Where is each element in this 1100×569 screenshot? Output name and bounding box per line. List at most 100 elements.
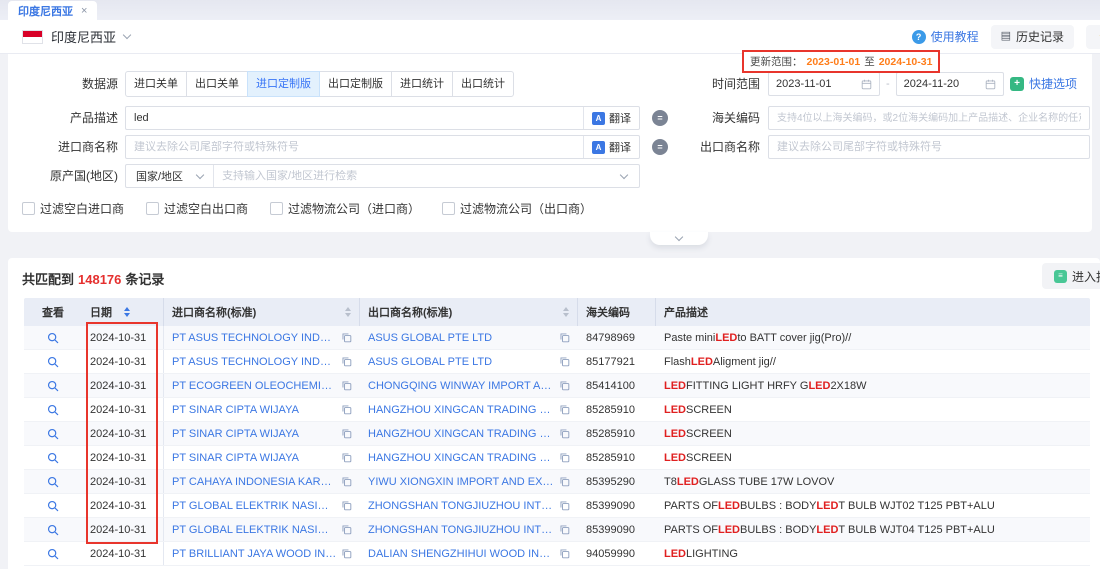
product-input[interactable] — [126, 112, 583, 124]
importer-link[interactable]: PT SINAR CIPTA WIJAYA — [172, 404, 299, 416]
copy-icon[interactable] — [341, 428, 352, 439]
exporter-link[interactable]: HANGZHOU XINGCAN TRADING CO LTD — [368, 452, 555, 464]
copy-icon[interactable] — [341, 380, 352, 391]
filter-checkbox[interactable]: 过滤空白出口商 — [146, 200, 248, 217]
view-icon[interactable] — [47, 476, 59, 488]
view-icon[interactable] — [47, 548, 59, 560]
datasource-tab[interactable]: 进口统计 — [391, 71, 453, 97]
exporter-link[interactable]: ZHONGSHAN TONGJIUZHOU INTERNA... — [368, 500, 555, 512]
tutorial-link[interactable]: ? 使用教程 — [912, 28, 979, 45]
copy-icon[interactable] — [559, 452, 570, 463]
datasource-tab[interactable]: 出口统计 — [452, 71, 514, 97]
column-header[interactable]: 进口商名称(标准) — [164, 298, 360, 326]
exporter-link[interactable]: ZHONGSHAN TONGJIUZHOU INTERNA... — [368, 524, 555, 536]
view-icon[interactable] — [47, 356, 59, 368]
importer-link[interactable]: PT CAHAYA INDONESIA KARGO — [172, 476, 337, 488]
copy-icon[interactable] — [341, 500, 352, 511]
quick-options-icon: + — [1010, 77, 1024, 91]
description-cell: Paste miniLED to BATT cover jig(Pro)// — [656, 326, 1090, 349]
chevron-down-icon[interactable] — [620, 170, 628, 178]
exporter-link[interactable]: CHONGQING WINWAY IMPORT AND E... — [368, 380, 555, 392]
column-header[interactable]: 日期 — [82, 298, 164, 326]
copy-icon[interactable] — [559, 428, 570, 439]
product-label: 产品描述 — [8, 111, 118, 125]
datasource-tab[interactable]: 出口定制版 — [319, 71, 392, 97]
checkbox-icon[interactable] — [22, 202, 35, 215]
view-icon[interactable] — [47, 524, 59, 536]
importer-link[interactable]: PT SINAR CIPTA WIJAYA — [172, 428, 299, 440]
checkbox-icon[interactable] — [442, 202, 455, 215]
sort-icon[interactable] — [345, 307, 351, 317]
exporter-link[interactable]: ASUS GLOBAL PTE LTD — [368, 356, 492, 368]
copy-icon[interactable] — [559, 548, 570, 559]
view-icon[interactable] — [47, 428, 59, 440]
copy-icon[interactable] — [341, 476, 352, 487]
sort-icon[interactable] — [563, 307, 569, 317]
checkbox-icon[interactable] — [146, 202, 159, 215]
header-actions: ? 使用教程 ▤ 历史记录 ★ — [912, 25, 1100, 49]
chevron-down-icon[interactable] — [123, 31, 131, 39]
exporter-link[interactable]: YIWU XIONGXIN IMPORT AND EXPORT... — [368, 476, 555, 488]
datasource-tab[interactable]: 出口关单 — [186, 71, 248, 97]
copy-icon[interactable] — [559, 500, 570, 511]
importer-link[interactable]: PT SINAR CIPTA WIJAYA — [172, 452, 299, 464]
filter-checkbox[interactable]: 过滤物流公司（进口商） — [270, 200, 420, 217]
column-header[interactable]: 出口商名称(标准) — [360, 298, 578, 326]
history-button[interactable]: ▤ 历史记录 — [991, 25, 1074, 49]
view-icon[interactable] — [47, 332, 59, 344]
date-from-input[interactable]: 2023-11-01 — [768, 72, 880, 96]
hs-code-input[interactable] — [768, 106, 1090, 130]
copy-icon[interactable] — [559, 332, 570, 343]
origin-search-input[interactable] — [214, 170, 621, 182]
page-tab[interactable]: 印度尼西亚 × — [8, 1, 97, 20]
view-cell — [24, 398, 82, 421]
exporter-input[interactable] — [768, 135, 1090, 159]
importer-link[interactable]: PT GLOBAL ELEKTRIK NASIONAL — [172, 500, 337, 512]
copy-icon[interactable] — [559, 404, 570, 415]
copy-icon[interactable] — [341, 404, 352, 415]
enter-report-button[interactable]: ≡ 进入报告 — [1042, 263, 1100, 289]
quick-options-link[interactable]: + 快捷选项 — [1010, 75, 1077, 92]
exporter-link[interactable]: HANGZHOU XINGCAN TRADING CO LTD — [368, 428, 555, 440]
copy-icon[interactable] — [559, 356, 570, 367]
collapse-panel-tab[interactable] — [650, 232, 708, 245]
sort-icon[interactable] — [124, 307, 130, 317]
importer-input[interactable] — [126, 141, 583, 153]
copy-icon[interactable] — [559, 476, 570, 487]
exporter-link[interactable]: HANGZHOU XINGCAN TRADING CO LTD — [368, 404, 555, 416]
date-to-input[interactable]: 2024-11-20 — [896, 72, 1004, 96]
close-icon[interactable]: × — [81, 5, 87, 17]
importer-link[interactable]: PT ASUS TECHNOLOGY INDONESIA BA... — [172, 332, 337, 344]
datasource-tab[interactable]: 进口关单 — [125, 71, 187, 97]
copy-icon[interactable] — [559, 380, 570, 391]
product-input-group: A 翻译 — [125, 106, 640, 130]
copy-icon[interactable] — [341, 452, 352, 463]
exporter-link[interactable]: DALIAN SHENGZHIHUI WOOD INDUST... — [368, 548, 555, 560]
view-icon[interactable] — [47, 500, 59, 512]
view-icon[interactable] — [47, 380, 59, 392]
view-icon[interactable] — [47, 452, 59, 464]
update-range-from: 2023-01-01 — [807, 56, 861, 68]
importer-link[interactable]: PT GLOBAL ELEKTRIK NASIONAL — [172, 524, 337, 536]
copy-icon[interactable] — [341, 356, 352, 367]
exporter-link[interactable]: ASUS GLOBAL PTE LTD — [368, 332, 492, 344]
origin-country-select[interactable]: 国家/地区 — [126, 165, 214, 187]
calendar-icon — [985, 79, 996, 90]
translate-button[interactable]: A 翻译 — [583, 107, 639, 129]
importer-link[interactable]: PT BRILLIANT JAYA WOOD INDUSTRY — [172, 548, 337, 560]
copy-icon[interactable] — [341, 548, 352, 559]
importer-link[interactable]: PT ECOGREEN OLEOCHEMICALS — [172, 380, 337, 392]
checkbox-icon[interactable] — [270, 202, 283, 215]
importer-link[interactable]: PT ASUS TECHNOLOGY INDONESIA BA... — [172, 356, 337, 368]
copy-icon[interactable] — [559, 524, 570, 535]
copy-icon[interactable] — [341, 524, 352, 535]
copy-icon[interactable] — [341, 332, 352, 343]
favorite-button[interactable]: ★ — [1086, 25, 1100, 49]
filter-checkbox[interactable]: 过滤空白进口商 — [22, 200, 124, 217]
exporter-label: 出口商名称 — [648, 140, 760, 154]
datasource-tab[interactable]: 进口定制版 — [247, 71, 320, 97]
view-icon[interactable] — [47, 404, 59, 416]
country-selector-label[interactable]: 印度尼西亚 — [51, 27, 116, 46]
filter-checkbox[interactable]: 过滤物流公司（出口商） — [442, 200, 592, 217]
translate-button[interactable]: A 翻译 — [583, 136, 639, 158]
